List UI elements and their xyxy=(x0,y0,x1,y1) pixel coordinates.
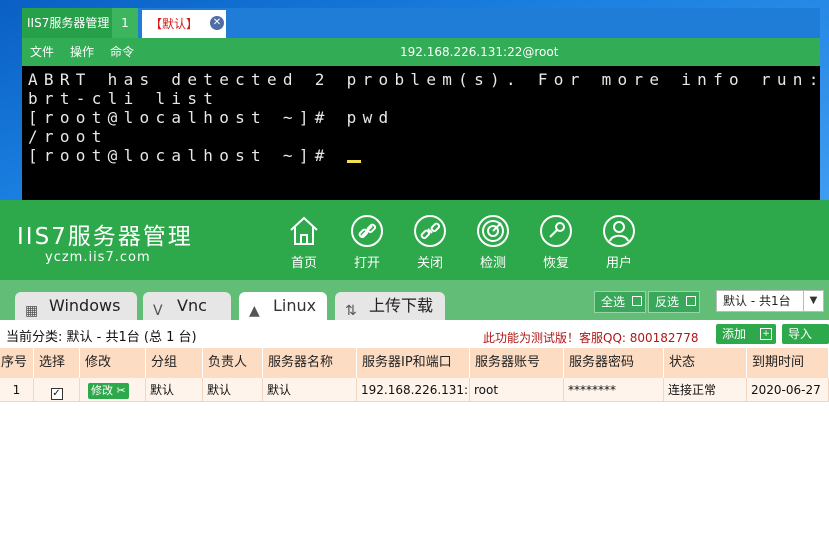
user-icon xyxy=(603,215,635,247)
cell-group: 默认 xyxy=(146,378,203,402)
tab-label: Vnc xyxy=(177,296,207,315)
add-button[interactable]: 添加 + xyxy=(716,324,776,344)
select-all-label: 全选 xyxy=(601,295,626,309)
toolbar-label: 检测 xyxy=(479,256,506,271)
terminal-line: [root@localhost ~]# pwd xyxy=(28,108,395,127)
app-title: IIS7服务器管理 xyxy=(22,8,112,38)
col-server-ip: 服务器IP和端口 xyxy=(357,348,470,378)
col-server-name: 服务器名称 xyxy=(263,348,357,378)
col-select: 选择 xyxy=(34,348,80,378)
table-row[interactable]: 1 ✓ 修改 ✂ 默认 默认 默认 192.168.226.131:22 roo… xyxy=(0,378,829,402)
terminal-line: /root xyxy=(28,127,108,146)
cell-status: 连接正常 xyxy=(664,378,747,402)
terminal-window: IIS7服务器管理 1 【默认】 ✕ 文件 操作 命令 192.168.226.… xyxy=(22,8,820,204)
col-expires: 到期时间 xyxy=(747,348,829,378)
terminal-prompt: [root@localhost ~]# xyxy=(28,146,347,165)
terminal-output[interactable]: ABRT has detected 2 problem(s). For more… xyxy=(22,66,820,204)
wrench-icon: ✂ xyxy=(116,384,126,397)
app-header: IIS7服务器管理 yczm.iis7.com 首页 打开 关闭 检测 恢复 用… xyxy=(0,200,829,280)
tab-vnc[interactable]: V Vnc xyxy=(143,292,231,320)
terminal-menubar: 文件 操作 命令 192.168.226.131:22@root xyxy=(22,38,820,66)
tab-label: Windows xyxy=(49,296,121,315)
cell-account: root xyxy=(470,378,564,402)
cell-server-ip: 192.168.226.131:22 xyxy=(357,378,470,402)
toolbar-label: 首页 xyxy=(290,256,317,271)
toolbar-label: 打开 xyxy=(353,256,380,271)
row-checkbox[interactable]: ✓ xyxy=(50,388,63,400)
chevron-down-icon[interactable]: ▼ xyxy=(803,291,823,311)
toolbar-user-button[interactable]: 用户 xyxy=(594,214,644,271)
toolbar-close-button[interactable]: 关闭 xyxy=(405,214,455,271)
col-index: 序号 xyxy=(0,348,34,378)
cell-edit: 修改 ✂ xyxy=(80,378,146,402)
checkbox-icon xyxy=(632,296,642,306)
col-group: 分组 xyxy=(146,348,203,378)
add-label: 添加 xyxy=(722,327,747,341)
close-icon[interactable]: ✕ xyxy=(210,16,224,30)
notice-text: 此功能为测试版！客服QQ: 800182778 xyxy=(483,331,699,345)
toolbar-label: 关闭 xyxy=(416,256,443,271)
logo-subtitle: yczm.iis7.com xyxy=(45,250,151,265)
toolbar-check-button[interactable]: 检测 xyxy=(468,214,518,271)
menu-file[interactable]: 文件 xyxy=(30,38,54,66)
tab-label: Linux xyxy=(273,296,317,315)
terminal-line: brt-cli list xyxy=(28,89,220,108)
tab-linux[interactable]: ▲ Linux xyxy=(239,292,327,320)
tab-number[interactable]: 1 xyxy=(112,8,138,38)
toolbar-home-button[interactable]: 首页 xyxy=(279,214,329,271)
category-select-value: 默认 - 共1台 xyxy=(723,294,791,308)
home-icon xyxy=(290,216,318,245)
cell-owner: 默认 xyxy=(203,378,263,402)
info-bar: 当前分类: 默认 - 共1台 (总 1 台) 此功能为测试版！客服QQ: 800… xyxy=(0,320,829,348)
invert-selection-button[interactable]: 反选 xyxy=(648,291,700,313)
os-tab-strip: ▦ Windows V Vnc ▲ Linux ⇅ 上传下载 全选 反选 默认 - 共1… xyxy=(0,280,829,320)
current-category: 当前分类: 默认 - 共1台 (总 1 台) xyxy=(6,330,197,345)
import-button[interactable]: 导入 xyxy=(782,324,829,344)
cell-select: ✓ xyxy=(34,378,80,402)
cell-expires: 2020-06-27 xyxy=(747,378,829,402)
toolbar-label: 用户 xyxy=(605,256,632,271)
tab-windows[interactable]: ▦ Windows xyxy=(15,292,137,320)
col-status: 状态 xyxy=(664,348,747,378)
cell-password: ******** xyxy=(564,378,664,402)
wrench-icon xyxy=(540,215,572,247)
cell-index: 1 xyxy=(0,378,34,402)
add-icon: + xyxy=(760,328,772,340)
terminal-cursor xyxy=(346,160,361,163)
unlink-icon xyxy=(414,215,446,247)
menu-command[interactable]: 命令 xyxy=(110,38,134,66)
table-header: 序号 选择 修改 分组 负责人 服务器名称 服务器IP和端口 服务器账号 服务器… xyxy=(0,348,829,378)
logo: IIS7服务器管理 xyxy=(17,224,193,250)
col-password: 服务器密码 xyxy=(564,348,664,378)
menu-operate[interactable]: 操作 xyxy=(70,38,94,66)
import-label: 导入 xyxy=(788,327,813,341)
col-account: 服务器账号 xyxy=(470,348,564,378)
col-edit: 修改 xyxy=(80,348,146,378)
toolbar-label: 恢复 xyxy=(542,256,569,271)
link-icon xyxy=(351,215,383,247)
tab-transfer[interactable]: ⇅ 上传下载 xyxy=(335,292,445,320)
checkbox-icon xyxy=(686,296,696,306)
terminal-tab-bar: IIS7服务器管理 1 【默认】 ✕ xyxy=(22,8,820,38)
cell-server-name: 默认 xyxy=(263,378,357,402)
target-icon xyxy=(477,215,509,247)
toolbar-open-button[interactable]: 打开 xyxy=(342,214,392,271)
terminal-line: ABRT has detected 2 problem(s). For more… xyxy=(28,70,820,89)
select-all-button[interactable]: 全选 xyxy=(594,291,646,313)
edit-label: 修改 xyxy=(91,384,113,397)
terminal-prompt-line: [root@localhost ~]# xyxy=(28,146,820,165)
toolbar-restore-button[interactable]: 恢复 xyxy=(531,214,581,271)
tab-label: 上传下载 xyxy=(369,296,434,315)
edit-button[interactable]: 修改 ✂ xyxy=(88,383,129,399)
terminal-host: 192.168.226.131:22@root xyxy=(400,45,559,59)
invert-label: 反选 xyxy=(655,295,680,309)
category-select[interactable]: 默认 - 共1台 ▼ xyxy=(716,290,824,312)
col-owner: 负责人 xyxy=(203,348,263,378)
